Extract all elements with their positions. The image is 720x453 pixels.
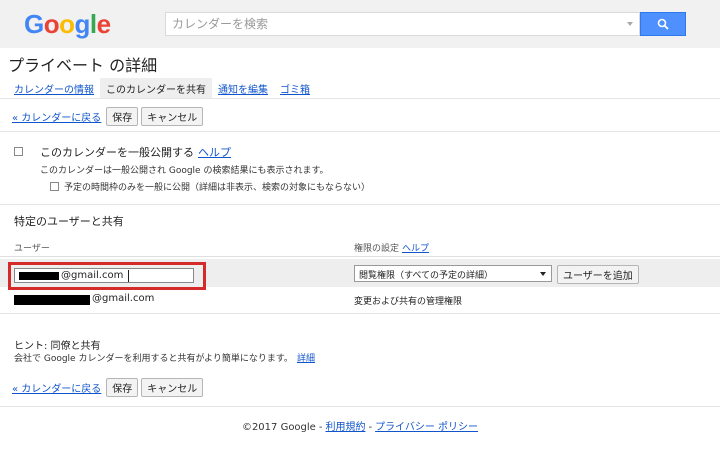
public-calendar-checkbox[interactable] bbox=[14, 147, 23, 156]
shared-user-email: @gmail.com bbox=[92, 293, 155, 304]
hint-title: ヒント: 同僚と共有 bbox=[14, 341, 101, 352]
divider bbox=[0, 406, 720, 407]
save-button[interactable]: 保存 bbox=[106, 378, 139, 397]
permission-select[interactable]: 閲覧権限（すべての予定の詳細） bbox=[354, 265, 552, 282]
search-options-chevron-icon[interactable] bbox=[627, 22, 633, 26]
permission-column-label: 権限の設定 bbox=[354, 244, 400, 254]
back-to-calendar-link[interactable]: « カレンダーに戻る bbox=[12, 380, 101, 395]
divider bbox=[0, 131, 720, 132]
privacy-policy-link[interactable]: プライバシー ポリシー bbox=[375, 422, 478, 433]
tab-share-calendar[interactable]: このカレンダーを共有 bbox=[100, 77, 212, 99]
tab-divider bbox=[0, 98, 720, 99]
terms-link[interactable]: 利用規約 bbox=[325, 422, 365, 433]
shared-user-permission: 変更および共有の管理権限 bbox=[354, 297, 463, 307]
bottom-action-bar: « カレンダーに戻る 保存 キャンセル bbox=[12, 378, 204, 397]
shared-user-row: @gmail.com 変更および共有の管理権限 bbox=[0, 291, 720, 309]
save-button[interactable]: 保存 bbox=[106, 107, 139, 126]
calendar-search-input[interactable] bbox=[166, 13, 606, 35]
divider bbox=[0, 204, 720, 205]
share-section-title: 特定のユーザーと共有 bbox=[14, 215, 124, 228]
footer-separator: - bbox=[318, 422, 323, 433]
search-button[interactable] bbox=[640, 12, 686, 36]
footer-separator: - bbox=[368, 422, 373, 433]
back-to-calendar-link[interactable]: « カレンダーに戻る bbox=[12, 109, 101, 124]
redacted-username bbox=[14, 295, 90, 305]
permission-help-link[interactable]: ヘルプ bbox=[402, 244, 429, 254]
copyright-text: ©2017 Google bbox=[241, 422, 316, 433]
cancel-button[interactable]: キャンセル bbox=[141, 378, 204, 397]
add-user-button[interactable]: ユーザーを追加 bbox=[557, 265, 639, 284]
search-icon bbox=[657, 18, 669, 30]
dropdown-arrow-icon bbox=[540, 272, 546, 276]
hint-text: 会社で Google カレンダーを利用すると共有がより簡単になります。 bbox=[14, 354, 293, 364]
page-title: プライベート の詳細 bbox=[8, 56, 158, 75]
permission-select-value: 閲覧権限（すべての予定の詳細） bbox=[359, 271, 494, 281]
public-help-link[interactable]: ヘルプ bbox=[198, 146, 231, 159]
footer: ©2017 Google - 利用規約 - プライバシー ポリシー bbox=[0, 418, 720, 433]
red-highlight-box bbox=[8, 262, 206, 290]
calendar-search-box[interactable] bbox=[165, 12, 640, 36]
calendar-tabs: カレンダーの情報 このカレンダーを共有 通知を編集 ゴミ箱 bbox=[8, 77, 316, 99]
public-calendar-label: このカレンダーを一般公開する bbox=[40, 146, 194, 159]
top-bar: Google bbox=[0, 0, 720, 48]
hint-details-link[interactable]: 詳細 bbox=[297, 354, 315, 364]
busy-only-label: 予定の時間枠のみを一般に公開（詳細は非表示、検索の対象にもならない） bbox=[64, 183, 371, 193]
tab-edit-notifications[interactable]: 通知を編集 bbox=[212, 78, 274, 99]
permission-column-header: 権限の設定 ヘルプ bbox=[354, 241, 429, 254]
tab-trash[interactable]: ゴミ箱 bbox=[274, 78, 316, 99]
hint-text-row: 会社で Google カレンダーを利用すると共有がより簡単になります。 詳細 bbox=[14, 351, 315, 364]
public-calendar-label-row: このカレンダーを一般公開する ヘルプ bbox=[40, 144, 231, 160]
divider bbox=[0, 256, 720, 257]
top-action-bar: « カレンダーに戻る 保存 キャンセル bbox=[12, 107, 204, 126]
divider bbox=[0, 313, 720, 314]
tab-calendar-info[interactable]: カレンダーの情報 bbox=[8, 78, 100, 99]
busy-only-checkbox[interactable] bbox=[50, 182, 59, 191]
cancel-button[interactable]: キャンセル bbox=[141, 107, 204, 126]
user-column-header: ユーザー bbox=[14, 244, 50, 254]
google-logo[interactable]: Google bbox=[24, 9, 111, 40]
public-description: このカレンダーは一般公開され Google の検索結果にも表示されます。 bbox=[40, 166, 329, 176]
